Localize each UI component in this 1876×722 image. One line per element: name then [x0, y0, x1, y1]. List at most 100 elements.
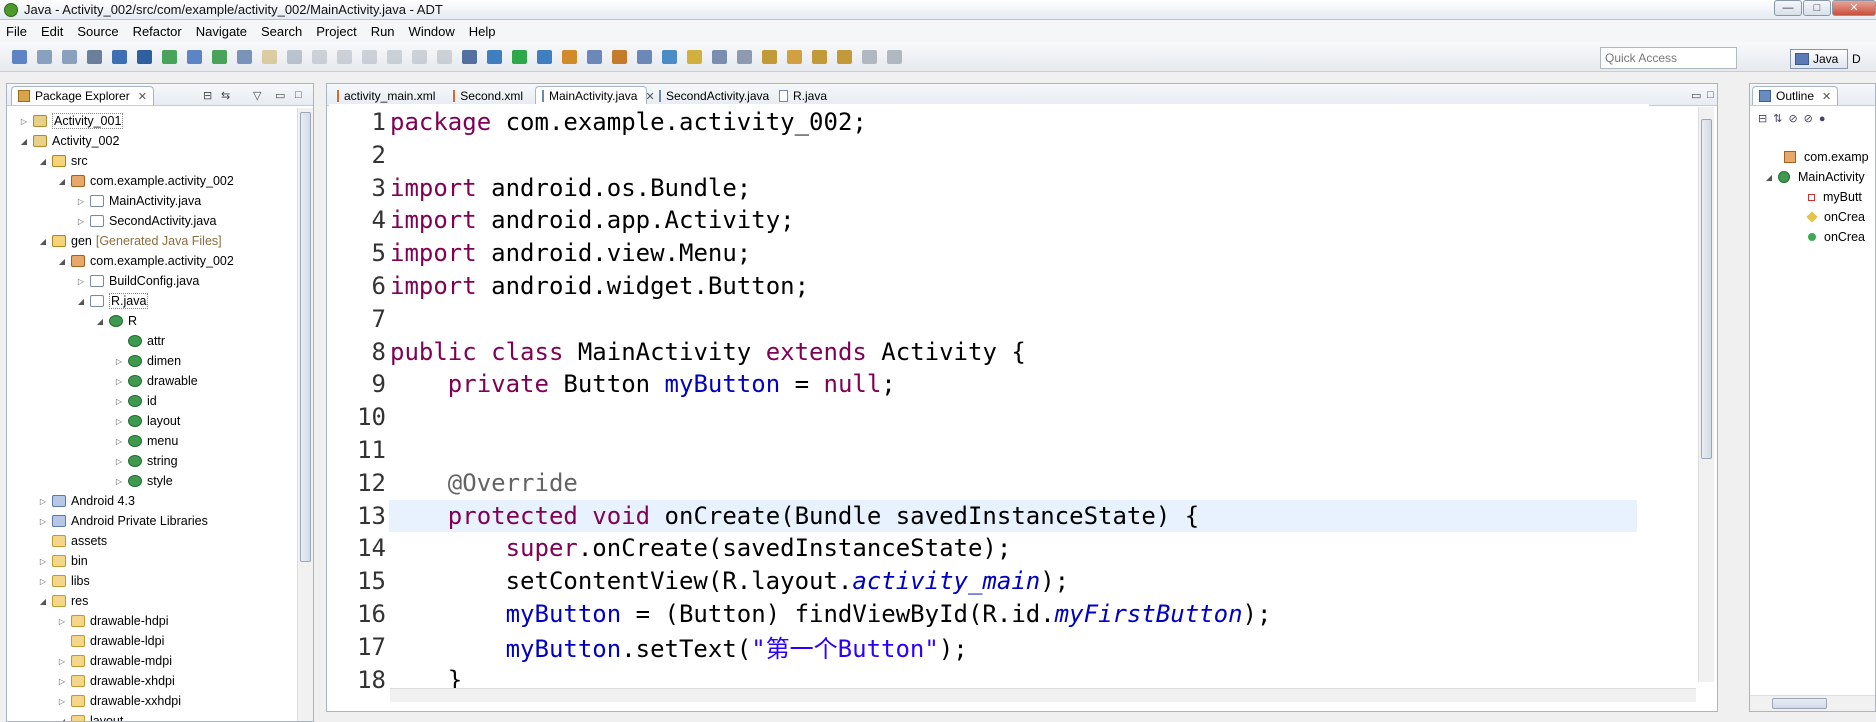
print-icon[interactable]	[87, 50, 102, 64]
minimize-button[interactable]: —	[1774, 0, 1802, 16]
collapse-arrow-icon[interactable]: ▷	[38, 557, 48, 566]
step-into-icon[interactable]	[412, 50, 427, 64]
code-line[interactable]: 11	[329, 434, 1629, 466]
avd-manager-icon[interactable]	[137, 50, 152, 64]
debug-icon[interactable]	[462, 50, 477, 64]
code-line[interactable]: 8 public class MainActivity extends Activ…	[329, 336, 1629, 368]
code-editor[interactable]: 1 package com.example.activity_002; 2 3 impo…	[329, 104, 1649, 690]
editor-tab[interactable]: R.java	[773, 86, 833, 105]
collapse-arrow-icon[interactable]: ▷	[57, 657, 67, 666]
suspend-icon[interactable]	[337, 50, 352, 64]
code-line[interactable]: 6 import android.widget.Button;	[329, 270, 1629, 302]
sort-icon[interactable]: ⇅	[1773, 113, 1788, 125]
expand-arrow-icon[interactable]: ◢	[57, 177, 67, 186]
tree-item[interactable]: ▷ libs	[38, 572, 90, 590]
collapse-arrow-icon[interactable]: ▷	[57, 677, 67, 686]
disconnect-icon[interactable]	[387, 50, 402, 64]
collapse-arrow-icon[interactable]: ▷	[114, 357, 124, 366]
menu-refactor[interactable]: Refactor	[133, 24, 182, 39]
collapse-arrow-icon[interactable]: ▷	[38, 497, 48, 506]
close-icon[interactable]: ✕	[138, 90, 147, 103]
tree-item[interactable]: ▷ drawable-mdpi	[57, 652, 172, 670]
step-icon[interactable]	[287, 50, 302, 64]
quick-access-input[interactable]: Quick Access	[1600, 47, 1737, 69]
expand-arrow-icon[interactable]: ◢	[38, 597, 48, 606]
expand-arrow-icon[interactable]: ◢	[57, 257, 67, 266]
code-line[interactable]: 5 import android.view.Menu;	[329, 237, 1629, 269]
external-tools-icon[interactable]	[537, 50, 552, 64]
menu-search[interactable]: Search	[261, 24, 302, 39]
tab-package-explorer[interactable]: Package Explorer ✕	[11, 86, 154, 105]
tree-item[interactable]: ◢ R.java	[76, 292, 149, 310]
collapse-arrow-icon[interactable]: ▷	[57, 697, 67, 706]
editor-vertical-scrollbar[interactable]	[1698, 107, 1714, 682]
new-project-icon[interactable]	[187, 50, 202, 64]
package-explorer-scrollbar[interactable]	[297, 108, 313, 721]
tree-item[interactable]: ◢ layout	[57, 712, 123, 721]
expand-arrow-icon[interactable]: ◢	[1764, 173, 1774, 182]
minimize-view-icon[interactable]: ▭	[275, 89, 285, 102]
prev-annotation-icon[interactable]	[762, 50, 777, 64]
collapse-arrow-icon[interactable]: ▷	[114, 477, 124, 486]
menu-window[interactable]: Window	[409, 24, 455, 39]
new-package-icon[interactable]	[587, 50, 602, 64]
menu-edit[interactable]: Edit	[41, 24, 63, 39]
tree-item[interactable]: ▷ menu	[114, 432, 178, 450]
forward-icon[interactable]	[837, 50, 852, 64]
tree-item[interactable]: ◢ src	[38, 152, 88, 170]
resume-icon[interactable]	[312, 50, 327, 64]
save-all-icon[interactable]	[62, 50, 77, 64]
save-icon[interactable]	[37, 50, 52, 64]
tree-item[interactable]: ▷ drawable-xxhdpi	[57, 692, 181, 710]
menu-navigate[interactable]: Navigate	[196, 24, 247, 39]
debug-prev-icon[interactable]	[262, 50, 277, 64]
outline-item[interactable]: myButt	[1804, 188, 1862, 206]
expand-arrow-icon[interactable]: ◢	[76, 297, 86, 306]
code-line[interactable]: 4 import android.app.Activity;	[329, 204, 1629, 236]
code-line[interactable]: 1 package com.example.activity_002;	[329, 106, 1629, 138]
new-icon[interactable]	[12, 50, 27, 64]
tree-item[interactable]: ◢ com.example.activity_002	[57, 172, 234, 190]
outline-horizontal-scrollbar[interactable]	[1750, 695, 1875, 711]
editor-tab[interactable]: Second.xml	[447, 86, 529, 105]
menu-help[interactable]: Help	[469, 24, 496, 39]
code-line[interactable]: 12 @Override	[329, 467, 1629, 499]
new-class-icon[interactable]	[562, 50, 577, 64]
tree-item[interactable]: ▷ Activity_001	[19, 112, 124, 130]
code-line[interactable]: 3 import android.os.Bundle;	[329, 172, 1629, 204]
tree-item[interactable]: ◢ Activity_002	[19, 132, 119, 150]
tree-item[interactable]: ▷ Android 4.3	[38, 492, 135, 510]
tree-item[interactable]: ◢ res	[38, 592, 88, 610]
tree-item[interactable]: ◢ R	[95, 312, 137, 330]
tree-item[interactable]: ▷ BuildConfig.java	[76, 272, 199, 290]
tree-item[interactable]: assets	[38, 532, 107, 550]
outline-item[interactable]: onCrea	[1804, 228, 1865, 246]
collapse-arrow-icon[interactable]: ▷	[38, 577, 48, 586]
maximize-view-icon[interactable]: □	[295, 89, 302, 101]
code-line[interactable]: 9 private Button myButton = null;	[329, 368, 1629, 400]
view-menu-icon[interactable]: ▽	[253, 89, 261, 102]
tree-item[interactable]: ▷ drawable	[114, 372, 198, 390]
hide-fields-icon[interactable]: ⊘	[1788, 113, 1803, 125]
tab-outline[interactable]: Outline ✕	[1752, 86, 1839, 105]
editor-tab[interactable]: SecondActivity.java	[653, 86, 769, 105]
tree-item[interactable]: ▷ drawable-hdpi	[57, 612, 169, 630]
annotation-icon[interactable]	[687, 50, 702, 64]
tree-item[interactable]: attr	[114, 332, 165, 350]
collapse-arrow-icon[interactable]: ▷	[76, 197, 86, 206]
collapse-all-icon[interactable]: ⊟	[203, 89, 212, 102]
collapse-arrow-icon[interactable]: ▷	[76, 217, 86, 226]
collapse-arrow-icon[interactable]: ▷	[114, 457, 124, 466]
expand-arrow-icon[interactable]: ◢	[38, 237, 48, 246]
package-explorer-scroll-thumb[interactable]	[300, 112, 311, 562]
close-window-button[interactable]: ✕	[1832, 0, 1876, 16]
collapse-all-icon[interactable]: ⊟	[1758, 113, 1773, 125]
menu-file[interactable]: File	[6, 24, 27, 39]
tree-item[interactable]: ▷ layout	[114, 412, 180, 430]
link-with-editor-icon[interactable]: ⇆	[221, 89, 230, 102]
java-perspective-button[interactable]: Java	[1790, 49, 1848, 69]
tree-item[interactable]: ▷ drawable-xhdpi	[57, 672, 175, 690]
hide-static-icon[interactable]: ⊘	[1804, 113, 1819, 125]
editor-scroll-thumb[interactable]	[1701, 119, 1712, 459]
close-icon[interactable]: ✕	[1822, 90, 1831, 103]
